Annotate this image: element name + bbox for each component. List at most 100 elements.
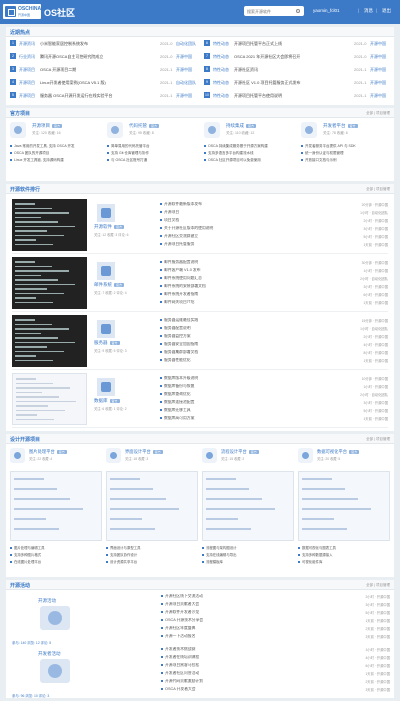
- news-category[interactable]: 特性动态: [213, 54, 229, 60]
- topic-link[interactable]: 数据库备份与恢复: [160, 384, 340, 389]
- news-title-link[interactable]: 服务器 OSCA开源开发运行在线实验平台: [40, 93, 160, 99]
- topic-link[interactable]: 开源社区交流群建立: [160, 234, 340, 239]
- news-author[interactable]: 开源中国: [370, 80, 386, 86]
- project-card[interactable]: 开源项目 官方 关注: 120 收藏: 16 Java 常用的开发工具, 支持 OSC…: [10, 120, 102, 165]
- design-preview-image[interactable]: [202, 471, 294, 541]
- news-category[interactable]: 特性动态: [213, 67, 229, 73]
- design-card[interactable]: 界面设计平台 官方 关注: 18 收藏: 3 界面设计与原型工具 支持团队协作设计 设计资…: [106, 446, 199, 571]
- event-topic-link[interactable]: 开源代码贡献激励计划: [161, 679, 341, 684]
- project-name[interactable]: 开源项目 官方: [32, 123, 63, 129]
- topic-link[interactable]: 开源项目托管服务: [160, 242, 340, 247]
- design-card[interactable]: 图片处理平台 官方 关注: 22 收藏: 4 图片处理与编辑工具 支持多种图片格式 在线图…: [10, 446, 103, 571]
- news-row[interactable]: 3 开源项目 OSCA 开源项目二期 2021-1 开源中国: [10, 65, 196, 75]
- design-card[interactable]: 流程设计平台 官方 关注: 15 收藏: 2 流程图与架构图设计 支持在线编辑与导出 流程…: [202, 446, 295, 571]
- topic-link[interactable]: 邮件网关项目介绍: [160, 300, 340, 305]
- event-topic-link[interactable]: 开发者技术挑战赛: [161, 647, 341, 652]
- news-row[interactable]: 7 特性动态 OSCA 2021 年开源社区大会即将召开 2021-0 开源中国: [204, 52, 390, 62]
- product-name[interactable]: 服务器 官方: [94, 340, 120, 346]
- news-author[interactable]: 自动化团队: [176, 41, 196, 47]
- topic-link[interactable]: 服务器运维最佳实践: [160, 318, 340, 323]
- news-row[interactable]: 6 特性动态 开源项目托管平台正式上线 2021-0 开源中国: [204, 39, 390, 49]
- topic-link[interactable]: 开源软件最新版本发布: [160, 202, 340, 207]
- news-author[interactable]: 开源中国: [370, 67, 386, 73]
- event-topic-link[interactable]: 开源社区年度盛典: [161, 626, 341, 631]
- hot-manage-link[interactable]: 全部 | 项目管理: [366, 187, 390, 192]
- design-manage-link[interactable]: 全部 | 项目管理: [366, 437, 390, 442]
- screenshot-thumbnail[interactable]: [12, 315, 87, 367]
- design-name[interactable]: 界面设计平台 官方: [125, 449, 163, 455]
- design-name[interactable]: 图片处理平台 官方: [29, 449, 67, 455]
- design-note[interactable]: 支持在线编辑与导出: [202, 552, 294, 557]
- topic-link[interactable]: 数据库连接池配置: [160, 400, 340, 405]
- design-note[interactable]: 支持多种数据源接入: [298, 552, 390, 557]
- news-title-link[interactable]: OSCA 开源项目二期: [40, 67, 160, 73]
- event-topic-link[interactable]: OSCA 开发者大会: [161, 687, 341, 692]
- news-row[interactable]: 9 特性动态 开源社区 V1.0 项目托管服务正式发布 2021-1 开源中国: [204, 78, 390, 88]
- news-author[interactable]: 开源中国: [370, 54, 386, 60]
- topic-link[interactable]: 关于开源社区版本的使用说明: [160, 226, 340, 231]
- news-row[interactable]: 2 行业资讯 腾讯开源OSCA自主可控研究院成立 2021-0 开源中国: [10, 52, 196, 62]
- logout-link[interactable]: 退出: [382, 8, 391, 14]
- news-category[interactable]: 开源项目: [19, 80, 35, 86]
- news-row[interactable]: 10 特性动态 开源项目托管平台使用说明 2021-1 开源中国: [204, 91, 390, 101]
- projects-manage-link[interactable]: 全部 | 项目管理: [366, 111, 390, 116]
- topic-link[interactable]: 数据库高可用方案: [160, 416, 340, 421]
- project-card[interactable]: 代码托管 官方 关注: 95 收藏: 8 简单易用的代码托管平台 支持 Git 仓库管理…: [107, 120, 199, 165]
- event-topic-link[interactable]: 开源软件开发者沙龙: [161, 610, 341, 615]
- news-category[interactable]: 开源项目: [19, 93, 35, 99]
- design-note[interactable]: 支持团队协作设计: [106, 552, 198, 557]
- topic-link[interactable]: 邮件系统开发者指南: [160, 292, 340, 297]
- news-category[interactable]: 特性动态: [213, 80, 229, 86]
- topic-link[interactable]: 数据库迁移工具: [160, 408, 340, 413]
- design-preview-image[interactable]: [106, 471, 198, 541]
- news-row[interactable]: 5 开源项目 服务器 OSCA开源开发运行在线实验平台 2021-1 开源中国: [10, 91, 196, 101]
- project-note[interactable]: 开放接口文档与示例: [301, 158, 393, 163]
- search-input[interactable]: [244, 6, 304, 16]
- news-author[interactable]: 开源中国: [176, 54, 192, 60]
- event-topic-link[interactable]: 开源项目贡献者大会: [161, 602, 341, 607]
- messages-link[interactable]: 消息: [364, 8, 373, 14]
- project-note[interactable]: OSCA 持续集成服务基于开源方案构建: [204, 144, 296, 149]
- event-topic-link[interactable]: OSCA 开源技术分享会: [161, 618, 341, 623]
- project-note[interactable]: OSCA 团队的开源项目: [10, 151, 102, 156]
- project-note[interactable]: 支持 Git 仓库管理与协作: [107, 151, 199, 156]
- project-note[interactable]: Java 常用的开发工具, 支持 OSCA 开发: [10, 144, 102, 149]
- news-author[interactable]: 自动化团队: [176, 80, 196, 86]
- design-note[interactable]: 流程图与架构图设计: [202, 545, 294, 550]
- topic-link[interactable]: 邮件客户端 V1.0 发布: [160, 268, 340, 273]
- news-row[interactable]: 4 开源项目 Linux开发者使用案例(OSCA V5.1 版) 2021-1 自动化团…: [10, 78, 196, 88]
- event-card[interactable]: 开源活动 参与: 140 浏览: 12 评论: 5: [10, 592, 140, 645]
- news-author[interactable]: 开源中国: [370, 41, 386, 47]
- topic-link[interactable]: 开源项目: [160, 210, 340, 215]
- news-category[interactable]: 开源项目: [19, 67, 35, 73]
- project-note[interactable]: OSCA 社区开源项目可以免费使用: [204, 158, 296, 163]
- news-category[interactable]: 特性动态: [213, 41, 229, 47]
- project-note[interactable]: 开发者服务平台提供 API 与 SDK: [301, 144, 393, 149]
- event-name[interactable]: 开发者活动: [38, 651, 61, 657]
- topic-link[interactable]: 服务器监控方案: [160, 334, 340, 339]
- topic-link[interactable]: 邮件系统的安装部署文档: [160, 284, 340, 289]
- design-note[interactable]: 设计资源共享平台: [106, 559, 198, 564]
- design-note[interactable]: 界面设计与原型工具: [106, 545, 198, 550]
- news-title-link[interactable]: 小米智能家居控制系统发布: [40, 41, 160, 47]
- news-title-link[interactable]: OSCA 2021 年开源社区大会即将召开: [234, 54, 354, 60]
- news-title-link[interactable]: 腾讯开源OSCA自主可控研究院成立: [40, 54, 160, 60]
- news-row[interactable]: 1 开源资讯 小米智能家居控制系统发布 2021-0 自动化团队: [10, 39, 196, 49]
- screenshot-thumbnail[interactable]: [12, 257, 87, 309]
- project-note[interactable]: 简单易用的代码托管平台: [107, 144, 199, 149]
- news-author[interactable]: 开源中国: [176, 93, 192, 99]
- topic-link[interactable]: 服务器安全加固指南: [160, 342, 340, 347]
- news-category[interactable]: 特性动态: [213, 93, 229, 99]
- topic-link[interactable]: 服务器配置说明: [160, 326, 340, 331]
- project-note[interactable]: 统一身份认证与权限管理: [301, 151, 393, 156]
- design-note[interactable]: 在线图片处理平台: [10, 559, 102, 564]
- design-note[interactable]: 数据可视化与图表工具: [298, 545, 390, 550]
- event-topic-link[interactable]: 开源一下活动报名: [161, 634, 341, 639]
- project-note[interactable]: 与 OSCA 社区账号打通: [107, 158, 199, 163]
- screenshot-thumbnail[interactable]: [12, 373, 87, 425]
- topic-link[interactable]: 邮件服务器配置说明: [160, 260, 340, 265]
- design-preview-image[interactable]: [298, 471, 390, 541]
- product-name[interactable]: 数据库 官方: [94, 398, 120, 404]
- news-title-link[interactable]: 开源社区 V1.0 项目托管服务正式发布: [234, 80, 354, 86]
- project-card[interactable]: 开发者平台 官方 关注: 78 收藏: 6 开发者服务平台提供 API 与 SDK 统一…: [301, 120, 393, 165]
